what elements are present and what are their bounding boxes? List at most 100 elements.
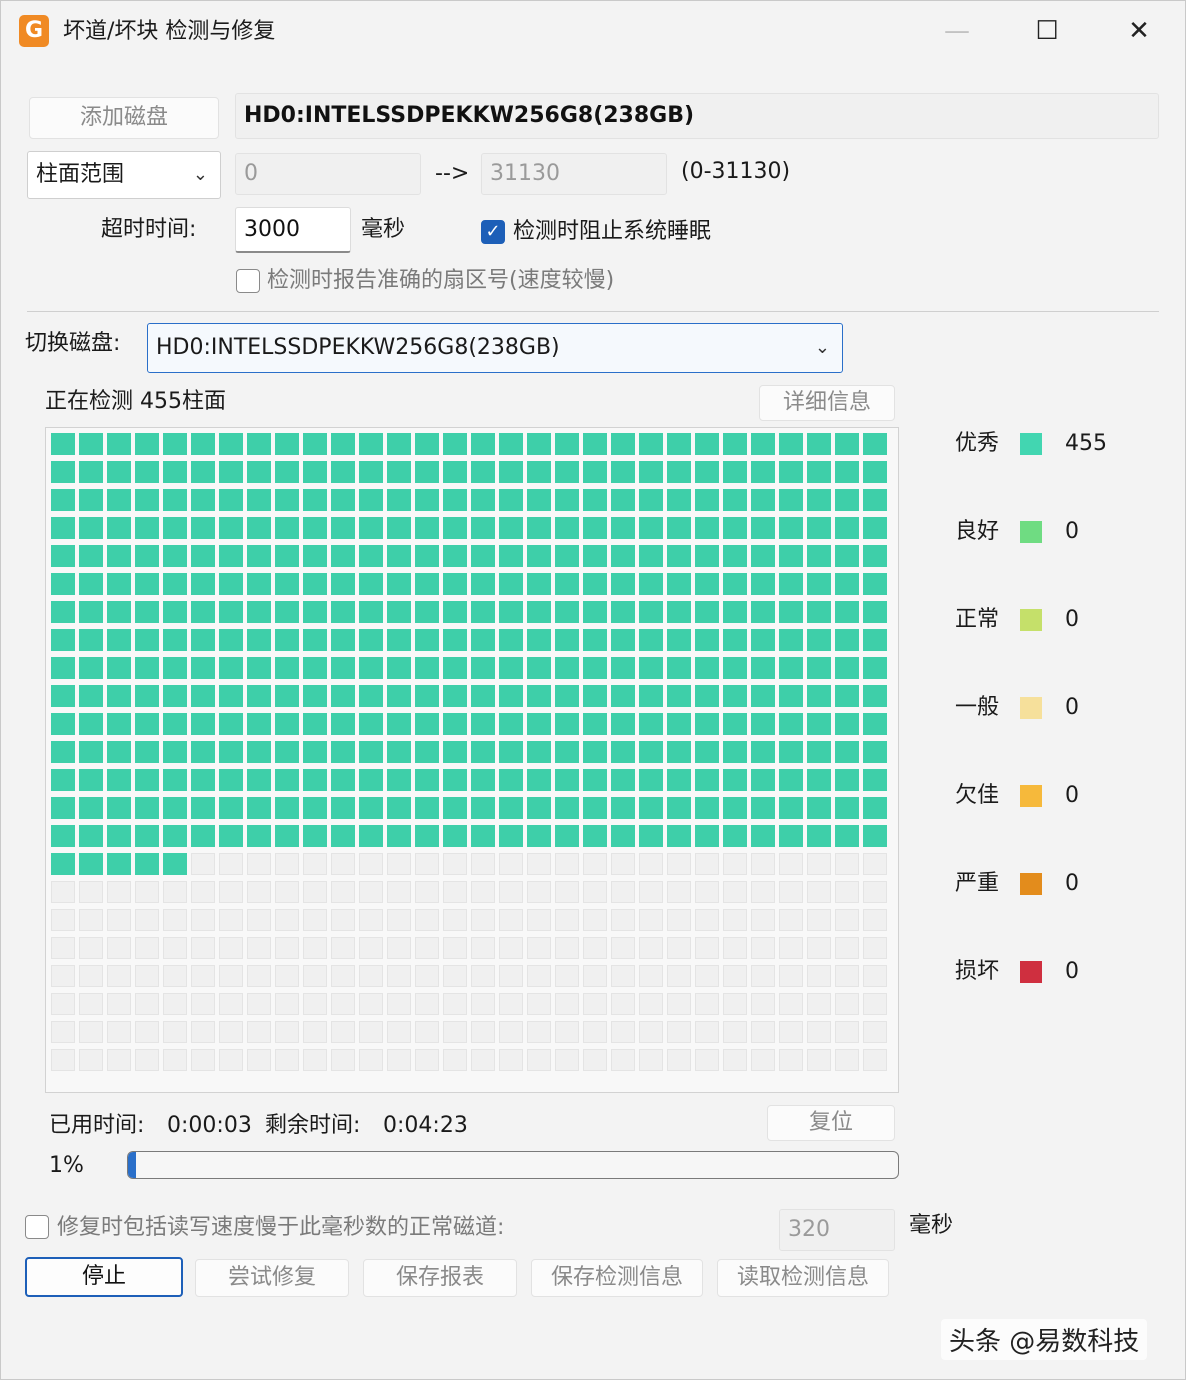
legend-swatch	[1020, 697, 1042, 719]
block-cell	[527, 517, 551, 539]
block-cell	[583, 601, 607, 623]
try-repair-button[interactable]: 尝试修复	[195, 1259, 349, 1297]
repair-slow-input[interactable]: 320	[779, 1209, 895, 1251]
block-cell	[51, 909, 75, 931]
block-cell	[247, 741, 271, 763]
block-cell	[863, 1021, 887, 1043]
block-cell	[667, 629, 691, 651]
block-cell	[667, 909, 691, 931]
reset-button[interactable]: 复位	[767, 1105, 895, 1141]
block-cell	[667, 601, 691, 623]
block-cell	[611, 685, 635, 707]
block-cell	[639, 797, 663, 819]
block-cell	[359, 825, 383, 847]
block-cell	[807, 825, 831, 847]
stop-button[interactable]: 停止	[25, 1257, 183, 1297]
block-cell	[639, 601, 663, 623]
block-cell	[443, 965, 467, 987]
block-cell	[79, 1049, 103, 1071]
block-cell	[555, 629, 579, 651]
legend-swatch	[1020, 521, 1042, 543]
block-cell	[331, 657, 355, 679]
switch-disk-select[interactable]: HD0:INTELSSDPEKKW256G8(238GB) ⌄	[147, 323, 843, 373]
block-cell	[695, 769, 719, 791]
block-cell	[723, 685, 747, 707]
block-cell	[527, 713, 551, 735]
block-cell	[107, 797, 131, 819]
block-cell	[135, 545, 159, 567]
repair-slow-checkbox[interactable]	[25, 1215, 49, 1239]
block-cell	[695, 937, 719, 959]
block-cell	[863, 433, 887, 455]
block-cell	[191, 461, 215, 483]
block-cell	[247, 657, 271, 679]
block-cell	[779, 601, 803, 623]
block-cell	[471, 825, 495, 847]
block-cell	[51, 629, 75, 651]
block-cell	[303, 797, 327, 819]
block-cell	[163, 517, 187, 539]
block-cell	[667, 965, 691, 987]
block-cell	[863, 685, 887, 707]
load-scan-info-button[interactable]: 读取检测信息	[717, 1259, 889, 1297]
block-cell	[779, 573, 803, 595]
block-cell	[499, 1049, 523, 1071]
range-end-input[interactable]: 31130	[481, 153, 667, 195]
block-cell	[51, 769, 75, 791]
block-cell	[751, 853, 775, 875]
block-cell	[219, 685, 243, 707]
close-button[interactable]: ✕	[1109, 9, 1169, 53]
legend-label: 优秀	[955, 431, 1000, 456]
block-cell	[583, 629, 607, 651]
block-cell	[723, 853, 747, 875]
block-cell	[471, 629, 495, 651]
block-cell	[219, 909, 243, 931]
block-cell	[163, 573, 187, 595]
block-cell	[163, 685, 187, 707]
add-disk-button[interactable]: 添加磁盘	[29, 97, 219, 139]
save-report-button[interactable]: 保存报表	[363, 1259, 517, 1297]
block-cell	[443, 629, 467, 651]
remaining-label: 剩余时间:	[265, 1113, 361, 1138]
maximize-button[interactable]: ☐	[1017, 9, 1077, 53]
block-cell	[387, 797, 411, 819]
block-cell	[863, 741, 887, 763]
block-cell	[527, 629, 551, 651]
block-cell	[863, 825, 887, 847]
block-cell	[107, 629, 131, 651]
block-cell	[555, 601, 579, 623]
block-cell	[527, 993, 551, 1015]
block-cell	[191, 601, 215, 623]
legend-swatch	[1020, 873, 1042, 895]
block-cell	[779, 545, 803, 567]
block-cell	[247, 685, 271, 707]
block-cell	[555, 993, 579, 1015]
range-start-input[interactable]: 0	[235, 153, 421, 195]
timeout-input[interactable]: 3000	[235, 207, 351, 253]
block-cell	[779, 853, 803, 875]
block-cell	[611, 433, 635, 455]
block-cell	[219, 657, 243, 679]
block-cell	[863, 965, 887, 987]
legend-label: 欠佳	[955, 783, 1000, 808]
block-cell	[331, 741, 355, 763]
minimize-button[interactable]: —	[927, 9, 987, 53]
report-sector-checkbox[interactable]	[236, 269, 260, 293]
range-mode-select[interactable]: 柱面范围 ⌄	[27, 151, 221, 199]
block-cell	[611, 601, 635, 623]
block-cell	[751, 937, 775, 959]
save-scan-info-button[interactable]: 保存检测信息	[531, 1259, 703, 1297]
details-button[interactable]: 详细信息	[759, 385, 895, 421]
block-cell	[779, 461, 803, 483]
block-cell	[639, 517, 663, 539]
block-cell	[79, 741, 103, 763]
block-cell	[331, 713, 355, 735]
elapsed-value: 0:00:03	[167, 1113, 252, 1138]
block-cell	[723, 545, 747, 567]
prevent-sleep-checkbox[interactable]: ✓	[481, 220, 505, 244]
block-cell	[163, 769, 187, 791]
block-cell	[807, 433, 831, 455]
block-cell	[835, 741, 859, 763]
block-cell	[247, 769, 271, 791]
block-cell	[471, 741, 495, 763]
